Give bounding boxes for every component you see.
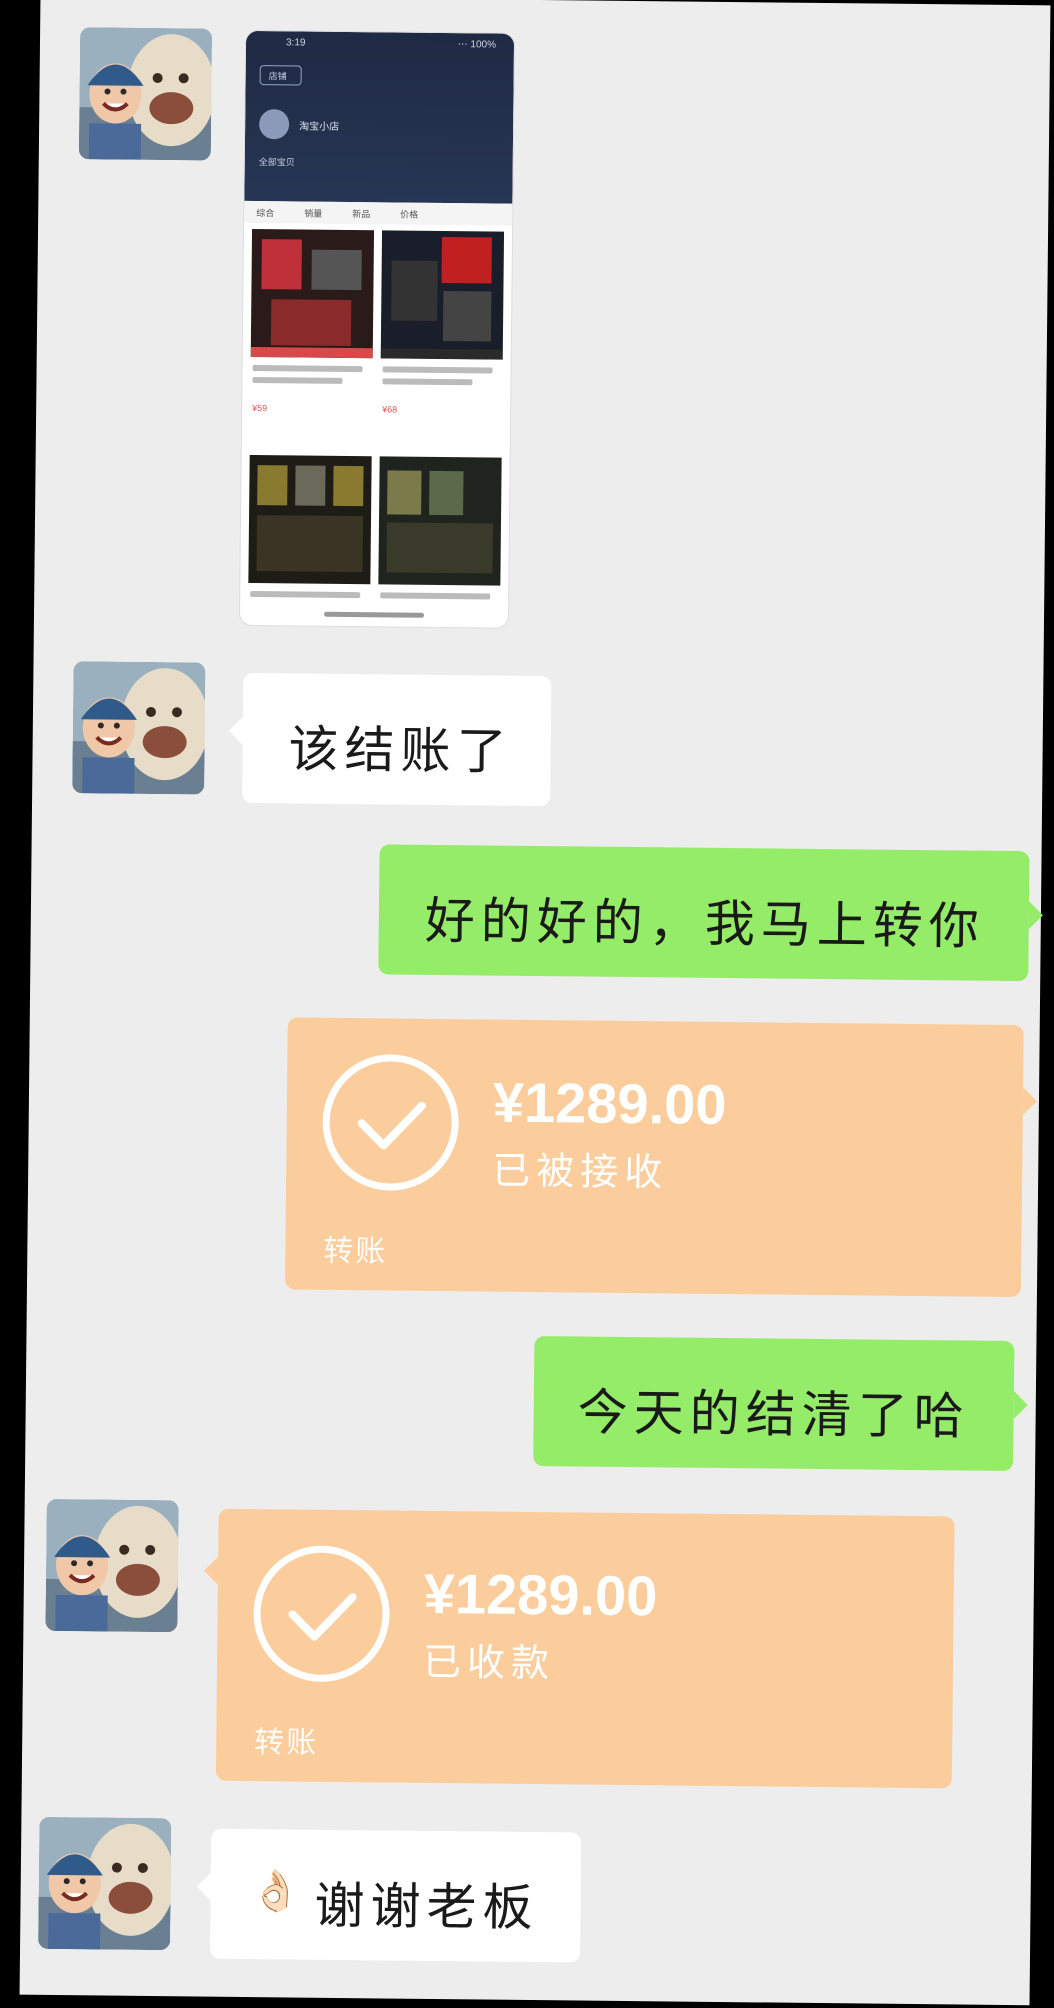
thumb-time: 3:19 [285,37,306,49]
transfer-status: 已收款 [422,1639,556,1686]
bubble-tail [203,1556,219,1585]
thumb-product-image [378,456,502,586]
contact-avatar[interactable] [78,27,213,161]
transfer-amount: ¥1289.00 [492,1070,727,1137]
incoming-message-bubble[interactable]: 👌🏻 谢谢老板 [209,1828,582,1963]
screen: 3:19 ⋯ 100% 店铺 淘宝小店 全部宝贝 综合 销量 新品 价格 ¥59… [0,0,1054,2008]
contact-avatar[interactable] [45,1498,179,1633]
transfer-status: 已被接收 [491,1148,669,1195]
thumb-caption [250,590,361,599]
thumb-price: ¥68 [382,404,398,415]
thumb-shop-logo [259,109,290,140]
transfer-card[interactable]: ¥1289.00 已收款 转账 [215,1508,955,1789]
thumb-tab: 综合 [256,208,275,219]
bubble-tail [1028,901,1044,930]
thumb-shop-button-label: 店铺 [268,71,287,82]
thumb-price: ¥59 [252,403,268,414]
transfer-label: 转账 [323,1233,388,1270]
thumb-tab: 价格 [400,209,419,220]
chat-area: 3:19 ⋯ 100% 店铺 淘宝小店 全部宝贝 综合 销量 新品 价格 ¥59… [19,0,1051,2006]
outgoing-message-bubble[interactable]: 今天的结清了哈 [533,1336,1015,1472]
transfer-amount: ¥1289.00 [423,1561,658,1628]
thumb-caption [382,378,473,386]
message-text: 该结账了 [288,720,513,781]
thumb-caption [252,377,343,384]
thumb-shop-name: 淘宝小店 [299,121,340,133]
thumb-caption [380,592,491,600]
thumb-product-image [248,454,372,585]
message-text: 今天的结清了哈 [577,1383,970,1446]
thumb-home-indicator [324,611,425,618]
thumb-caption [382,366,493,374]
transfer-card[interactable]: ¥1289.00 已被接收 转账 [284,1017,1024,1298]
ok-hand-emoji-icon: 👌🏻 [250,1868,301,1915]
thumb-status-bar: 3:19 ⋯ 100% [246,35,514,58]
bubble-tail [196,1872,211,1901]
transfer-label: 转账 [254,1725,319,1761]
thumb-tab: 新品 [352,209,371,220]
thumb-product-image [380,230,505,360]
contact-avatar[interactable] [72,661,206,795]
message-text: 谢谢老板 [314,1876,539,1938]
check-circle-icon [252,1545,391,1683]
thumb-caption [252,365,363,373]
thumb-tab: 销量 [304,208,323,219]
shared-screenshot-image[interactable]: 3:19 ⋯ 100% 店铺 淘宝小店 全部宝贝 综合 销量 新品 价格 ¥59… [239,30,515,628]
thumb-tab-row: 综合 销量 新品 价格 [244,200,513,226]
bubble-tail [1013,1391,1028,1420]
thumb-product-image [250,228,375,359]
message-text: 好的好的，我马上转你 [424,891,986,956]
outgoing-message-bubble[interactable]: 好的好的，我马上转你 [378,844,1030,982]
check-circle-icon [322,1053,460,1192]
contact-avatar[interactable] [38,1816,172,1951]
thumb-tab-label: 全部宝贝 [258,157,295,168]
thumb-shop-button: 店铺 [259,65,302,86]
thumb-status-right: ⋯ 100% [457,39,497,51]
bubble-tail [1022,1087,1038,1116]
bubble-tail [228,716,243,745]
incoming-message-bubble[interactable]: 该结账了 [242,672,552,807]
